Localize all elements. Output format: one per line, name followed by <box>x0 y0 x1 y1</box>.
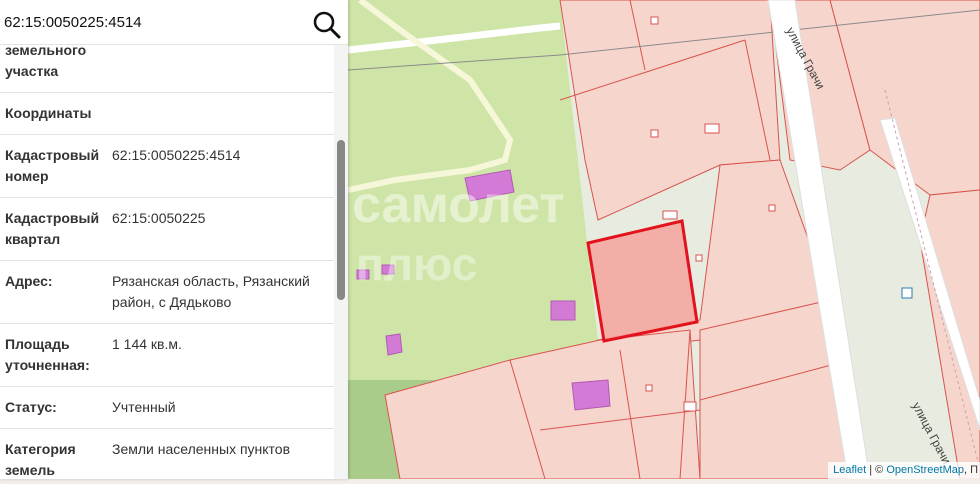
outbuilding <box>695 254 703 262</box>
detail-value: Рязанская область, Рязанский район, с Дя… <box>112 273 310 310</box>
outbuilding <box>650 16 659 25</box>
search-icon <box>313 11 341 39</box>
building <box>550 300 576 321</box>
watermark-line1: самолет <box>352 176 565 234</box>
detail-value: 1 144 кв.м. <box>112 336 182 352</box>
detail-row: Кадастровый квартал 62:15:0050225 <box>0 197 334 261</box>
detail-row: Площадь уточненная: 1 144 кв.м. <box>0 323 334 387</box>
detail-label: земельного участка <box>5 42 87 79</box>
detail-value: 62:15:0050225 <box>112 210 206 226</box>
detail-row: Кадастровый номер 62:15:0050225:4514 <box>0 134 334 198</box>
detail-label: Кадастровый номер <box>5 147 100 184</box>
outbuilding <box>645 384 653 392</box>
scrollbar[interactable] <box>334 44 348 479</box>
bus-stop-icon <box>901 287 913 299</box>
detail-row: Адрес: Рязанская область, Рязанский райо… <box>0 260 334 324</box>
attribution-separator: | © <box>866 464 887 476</box>
detail-row: Координаты <box>0 92 334 135</box>
outbuilding <box>768 204 776 212</box>
detail-label: Категория земель <box>5 441 76 478</box>
detail-label: Адрес: <box>5 273 53 289</box>
detail-value: Земли населенных пунктов <box>112 441 291 457</box>
outbuilding <box>704 123 720 134</box>
building <box>385 333 403 356</box>
detail-label: Кадастровый квартал <box>5 210 100 247</box>
watermark-line2: плюс <box>356 238 477 290</box>
info-panel: земельного участка Координаты Кадастровы… <box>0 0 348 479</box>
search-bar <box>0 0 348 45</box>
openstreetmap-link[interactable]: OpenStreetMap <box>886 464 964 476</box>
detail-label: Статус: <box>5 399 57 415</box>
building <box>571 379 611 411</box>
detail-row: Категория земель Земли населенных пункто… <box>0 428 334 479</box>
leaflet-link[interactable]: Leaflet <box>833 464 866 476</box>
scrollbar-thumb[interactable] <box>337 140 345 300</box>
detail-label: Площадь уточненная: <box>5 336 90 373</box>
detail-value: 62:15:0050225:4514 <box>112 147 241 163</box>
outbuilding <box>662 210 678 220</box>
search-input[interactable] <box>4 8 304 36</box>
outbuilding <box>650 129 659 138</box>
attribution-trail: , П <box>963 464 978 476</box>
detail-row: Статус: Учтенный <box>0 386 334 429</box>
detail-label: Координаты <box>5 105 92 121</box>
selected-parcel[interactable] <box>586 219 699 343</box>
detail-value: Учтенный <box>112 399 176 415</box>
map-attribution: Leaflet | © OpenStreetMap, П <box>828 462 980 479</box>
search-button[interactable] <box>312 10 342 40</box>
outbuilding <box>683 401 697 412</box>
